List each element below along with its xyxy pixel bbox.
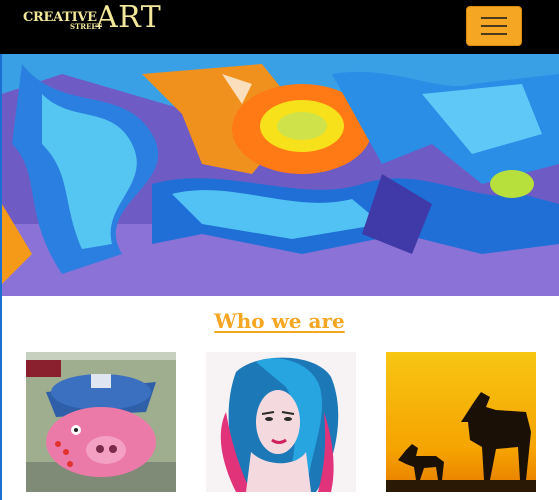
brand-word-art: ART [96, 0, 162, 35]
hero-graffiti-image [2, 54, 559, 296]
section-title: Who we are [214, 309, 345, 333]
hamburger-menu-icon [481, 17, 507, 19]
hamburger-menu-icon [481, 25, 507, 27]
navbar: CREATIVE STREET ART [0, 0, 559, 54]
gallery-image-pig-graffiti[interactable] [26, 352, 176, 492]
navbar-toggler-button[interactable] [466, 6, 522, 46]
gallery-image-horses-sunset[interactable] [386, 352, 536, 492]
gallery-image-woman-portrait[interactable] [206, 352, 356, 492]
hamburger-menu-icon [481, 33, 507, 35]
